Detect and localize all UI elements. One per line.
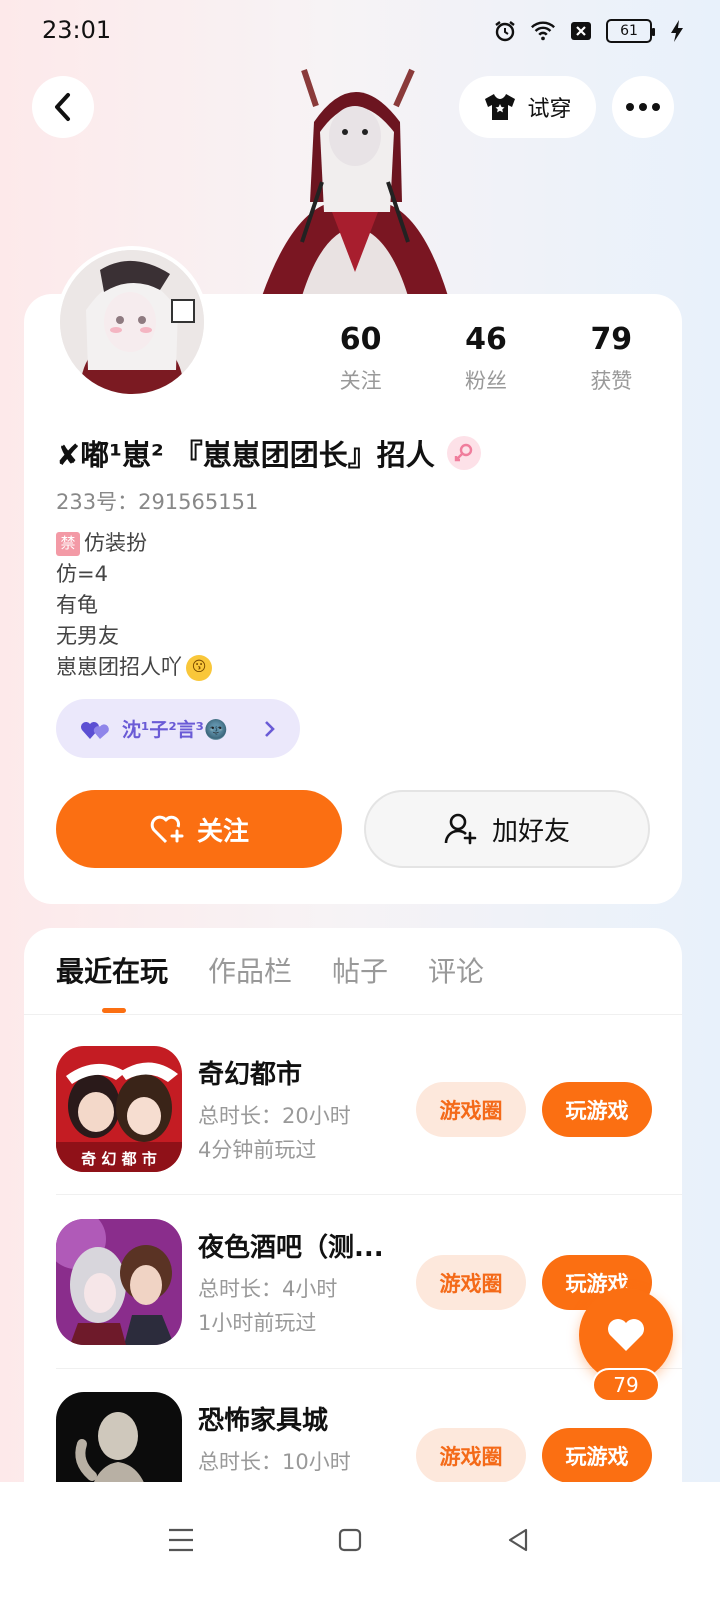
game-last-played: 4分钟前玩过 xyxy=(198,1138,317,1162)
play-game-button[interactable]: 玩游戏 xyxy=(542,1428,652,1483)
back-nav-button[interactable] xyxy=(496,1518,540,1562)
back-triangle-icon xyxy=(508,1528,528,1552)
bio-line: 有龟 xyxy=(56,590,212,621)
alarm-icon xyxy=(492,18,518,44)
ban-tag: 禁 xyxy=(56,531,80,556)
game-total-time: 总时长：20小时 xyxy=(198,1104,351,1128)
stat-label: 关注 xyxy=(339,369,382,393)
divider xyxy=(56,1194,682,1195)
stat-value: 79 xyxy=(590,322,633,357)
status-bar: 23:01 61 xyxy=(0,0,720,64)
bio-text: 崽崽团招人吖 xyxy=(56,655,182,679)
home-square-icon xyxy=(338,1528,362,1552)
add-user-icon xyxy=(444,813,477,845)
game-total-time: 总时长：4小时 xyxy=(198,1277,338,1301)
menu-icon xyxy=(169,1528,193,1552)
follow-label: 关注 xyxy=(196,816,249,847)
tab-active-indicator xyxy=(102,1008,126,1013)
game-row[interactable]: 奇 幻 都 市 奇幻都市 总时长：20小时 4分钟前玩过 游戏圈 玩游戏 xyxy=(56,1046,656,1172)
no-sim-icon xyxy=(568,18,594,44)
stat-followers[interactable]: 46 粉丝 xyxy=(431,322,541,395)
bio-line: 仿=4 xyxy=(56,559,212,590)
game-name: 夜色酒吧（测... xyxy=(198,1233,384,1263)
bio: 禁 仿装扮 仿=4 有龟 无男友 崽崽团招人吖 😗 xyxy=(56,528,212,683)
follow-button[interactable]: 关注 xyxy=(56,790,342,868)
stat-likes[interactable]: 79 获赞 xyxy=(556,322,666,395)
bio-text: 有龟 xyxy=(56,593,98,617)
divider xyxy=(24,1014,682,1015)
bio-line: 禁 仿装扮 xyxy=(56,528,212,559)
tab-works[interactable]: 作品栏 xyxy=(208,950,292,990)
game-icon[interactable]: 奇 幻 都 市 xyxy=(56,1046,182,1172)
game-name: 奇幻都市 xyxy=(198,1060,303,1090)
hero-character-figure xyxy=(262,62,448,296)
profile-stats: 60 关注 46 粉丝 79 获赞 xyxy=(298,322,674,395)
bio-text: 仿装扮 xyxy=(84,531,147,555)
stat-label: 粉丝 xyxy=(464,369,507,393)
status-icons: 61 xyxy=(492,18,690,44)
avatar[interactable] xyxy=(56,246,208,398)
stat-value: 46 xyxy=(465,322,507,357)
game-row[interactable]: 夜色酒吧（测... 总时长：4小时 1小时前玩过 游戏圈 玩游戏 xyxy=(56,1219,656,1345)
try-on-button[interactable]: 试穿 xyxy=(459,76,596,138)
game-circle-button[interactable]: 游戏圈 xyxy=(416,1082,526,1137)
play-game-button[interactable]: 玩游戏 xyxy=(542,1082,652,1137)
game-icon-title: 奇 幻 都 市 xyxy=(81,1150,157,1168)
tab-comments[interactable]: 评论 xyxy=(428,950,484,990)
heart-icon xyxy=(608,1319,644,1351)
menu-nav-button[interactable] xyxy=(159,1518,203,1562)
kiss-emoji-icon: 😗 xyxy=(186,654,212,681)
more-button[interactable] xyxy=(612,76,674,138)
game-total-time: 总时长：10小时 xyxy=(198,1450,351,1474)
more-dots-icon xyxy=(626,103,660,111)
bio-text: 仿=4 xyxy=(56,562,108,586)
tab-recently-played[interactable]: 最近在玩 xyxy=(56,950,168,990)
system-navigation-bar xyxy=(0,1482,720,1600)
couple-chip[interactable]: 沈¹子²言³🌚 xyxy=(56,699,300,758)
add-friend-label: 加好友 xyxy=(491,816,570,847)
female-icon xyxy=(446,436,481,470)
back-arrow-icon xyxy=(55,93,70,121)
battery-icon: 61 xyxy=(606,19,655,43)
user-id: 233号：291565151 xyxy=(56,490,259,514)
username: ✘嘟¹崽² 『崽崽团团长』招人 xyxy=(56,432,481,474)
game-icon[interactable] xyxy=(56,1219,182,1345)
stat-value: 60 xyxy=(339,322,382,357)
home-nav-button[interactable] xyxy=(328,1518,372,1562)
like-count-badge: 79 xyxy=(592,1368,660,1402)
username-text: ✘嘟¹崽² 『崽崽团团长』招人 xyxy=(56,438,435,472)
heart-plus-icon xyxy=(150,815,184,844)
bio-line: 崽崽团招人吖 😗 xyxy=(56,652,212,683)
bio-text: 无男友 xyxy=(56,624,119,648)
game-circle-button[interactable]: 游戏圈 xyxy=(416,1255,526,1310)
bio-line: 无男友 xyxy=(56,621,212,652)
tab-posts[interactable]: 帖子 xyxy=(332,950,388,990)
status-time: 23:01 xyxy=(42,16,112,44)
wifi-icon xyxy=(530,18,556,44)
stat-label: 获赞 xyxy=(590,369,633,393)
double-heart-icon xyxy=(81,721,109,739)
charging-icon xyxy=(664,18,690,44)
game-last-played: 1小时前玩过 xyxy=(198,1311,317,1335)
add-friend-button[interactable]: 加好友 xyxy=(364,790,650,868)
game-circle-button[interactable]: 游戏圈 xyxy=(416,1428,526,1483)
profile-tabs: 最近在玩 作品栏 帖子 评论 xyxy=(56,950,484,990)
try-on-label: 试穿 xyxy=(527,97,572,122)
stat-following[interactable]: 60 关注 xyxy=(306,322,416,395)
tshirt-icon xyxy=(485,94,516,120)
chevron-right-icon xyxy=(265,720,275,737)
back-button[interactable] xyxy=(32,76,94,138)
game-name: 恐怖家具城 xyxy=(198,1406,329,1436)
divider xyxy=(56,1368,682,1369)
couple-name: 沈¹子²言³🌚 xyxy=(122,719,228,741)
